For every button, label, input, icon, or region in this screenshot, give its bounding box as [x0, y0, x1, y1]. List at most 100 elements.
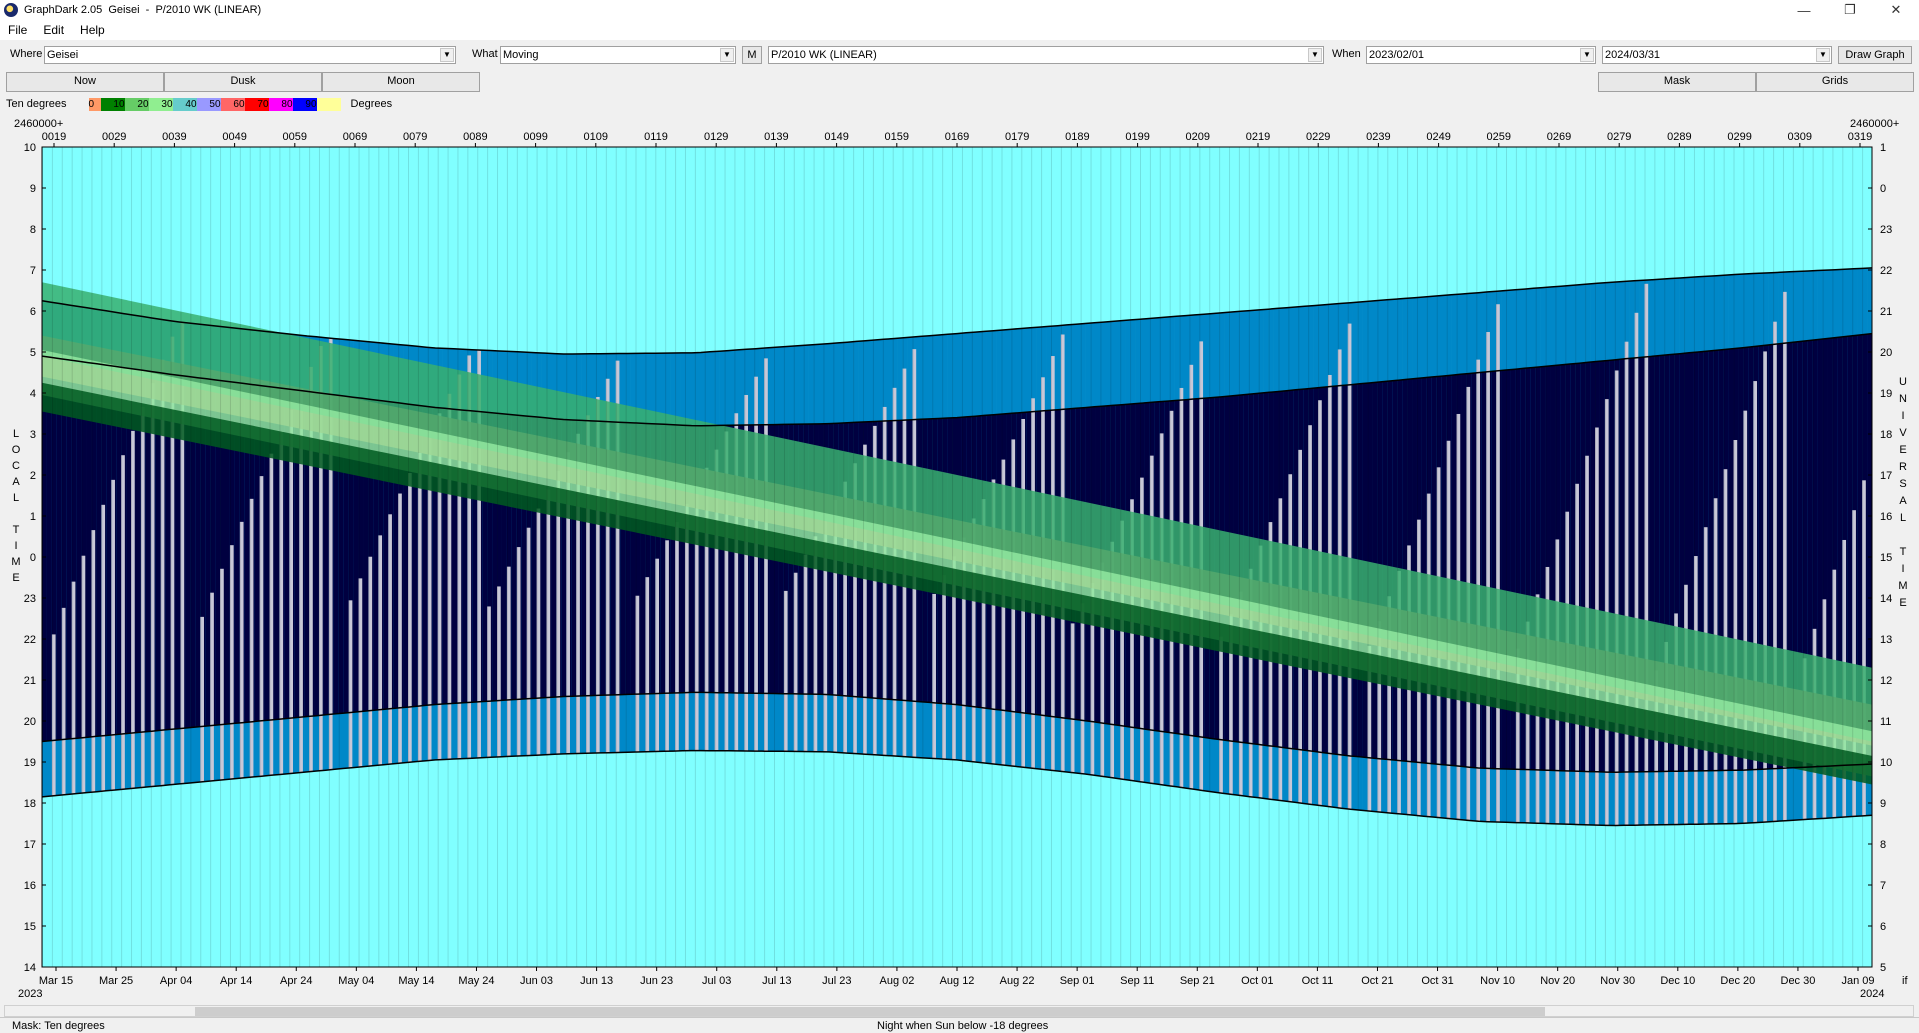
hatch-line [1031, 147, 1033, 967]
hatch-line [932, 147, 934, 967]
hatch-line [902, 147, 904, 967]
date-tick-label: Jun 03 [520, 975, 553, 987]
universal-time-axis-letter: R [1899, 461, 1907, 473]
hatch-line [289, 147, 291, 967]
hatch-line [615, 147, 617, 967]
hatch-line [1021, 147, 1023, 967]
hatch-line [1753, 147, 1755, 967]
date-tick-label: Aug 02 [879, 975, 914, 987]
hatch-line [1545, 147, 1547, 967]
what-combobox[interactable]: Moving ▼ [500, 46, 736, 64]
hatch-line [368, 147, 370, 967]
legend-swatches: 0 10 20 30 40 50 60 70 80 90 [88, 97, 341, 111]
hatch-line [1595, 147, 1597, 967]
universal-time-tick-label: 16 [1880, 511, 1892, 523]
hatch-line [1723, 147, 1725, 967]
moon-button[interactable]: Moon [322, 72, 480, 92]
hatch-line [388, 147, 390, 967]
local-time-tick-label: 23 [24, 593, 36, 605]
hatch-line [1693, 147, 1695, 967]
date-tick-label: Dec 10 [1660, 975, 1695, 987]
hatch-line [1713, 147, 1715, 967]
grids-button[interactable]: Grids [1756, 72, 1914, 92]
hatch-line [1050, 147, 1052, 967]
universal-time-axis-letter: M [1898, 580, 1907, 592]
universal-time-tick-label: 14 [1880, 593, 1892, 605]
universal-time-axis-letter: T [1900, 546, 1907, 558]
hatch-line [1367, 147, 1369, 967]
hatch-line [101, 147, 103, 967]
chevron-down-icon[interactable]: ▼ [720, 48, 734, 62]
hatch-line [1278, 147, 1280, 967]
restore-button[interactable]: ❐ [1827, 0, 1873, 20]
chevron-down-icon[interactable]: ▼ [1816, 48, 1830, 62]
date-tick-label: Sep 11 [1120, 975, 1154, 987]
hatch-line [1090, 147, 1092, 967]
date-tick-label: Aug 12 [940, 975, 975, 987]
dusk-button[interactable]: Dusk [164, 72, 322, 92]
chevron-down-icon[interactable]: ▼ [1580, 48, 1594, 62]
hatch-line [1001, 147, 1003, 967]
close-button[interactable]: ✕ [1873, 0, 1919, 20]
date-tick-label: Apr 24 [280, 975, 312, 987]
where-combobox[interactable]: Geisei ▼ [44, 46, 456, 64]
local-time-tick-label: 15 [24, 921, 36, 933]
date-tick-label: Jul 23 [822, 975, 851, 987]
hatch-line [200, 147, 202, 967]
local-time-tick-label: 5 [30, 347, 36, 359]
hatch-line [665, 147, 667, 967]
hatch-line [328, 147, 330, 967]
date-tick-label: Aug 22 [1000, 975, 1035, 987]
hatch-line [991, 147, 993, 967]
jd-tick-label: 0199 [1125, 131, 1149, 143]
hatch-line [1407, 147, 1409, 967]
date-tick-label: Nov 30 [1600, 975, 1635, 987]
visibility-chart: 2460000+ 2460000+0019 0029 0039 0049 0059 0069… [11, 118, 1908, 1000]
menu-edit[interactable]: Edit [35, 23, 72, 37]
hatch-line [635, 147, 637, 967]
hatch-line [1466, 147, 1468, 967]
local-time-axis-letter: A [12, 476, 20, 488]
jd-tick-label: 0249 [1426, 131, 1450, 143]
scrollbar-thumb[interactable] [195, 1007, 1545, 1016]
hatch-line [882, 147, 884, 967]
legend-swatch: 0 [88, 97, 101, 111]
mask-button[interactable]: Mask [1598, 72, 1756, 92]
menu-help[interactable]: Help [72, 23, 113, 37]
hatch-line [408, 147, 409, 967]
hatch-line [1535, 147, 1537, 967]
night-band [1412, 378, 1418, 762]
object-combobox[interactable]: P/2010 WK (LINEAR) ▼ [768, 46, 1324, 64]
menu-file[interactable]: File [0, 23, 35, 37]
hatch-line [1585, 147, 1587, 967]
date-to-combobox[interactable]: 2024/03/31 ▼ [1602, 46, 1832, 64]
minimize-button[interactable]: — [1781, 0, 1827, 20]
draw-graph-button[interactable]: Draw Graph [1838, 46, 1912, 64]
date-tick-label: Apr 14 [220, 975, 252, 987]
universal-time-tick-label: 11 [1880, 716, 1891, 728]
hatch-line [1862, 147, 1864, 967]
jd-tick-label: 0269 [1547, 131, 1571, 143]
now-button[interactable]: Now [6, 72, 164, 92]
local-time-tick-label: 19 [24, 757, 36, 769]
horizontal-scrollbar[interactable] [4, 1005, 1914, 1017]
chevron-down-icon[interactable]: ▼ [440, 48, 454, 62]
date-tick-label: Mar 25 [99, 975, 133, 987]
hatch-line [1674, 147, 1676, 967]
hatch-line [516, 147, 518, 967]
date-from-combobox[interactable]: 2023/02/01 ▼ [1366, 46, 1596, 64]
hatch-line [1575, 147, 1577, 967]
universal-time-tick-label: 19 [1880, 388, 1892, 400]
hatch-line [417, 147, 419, 967]
local-time-tick-label: 9 [30, 183, 36, 195]
universal-time-axis-letter: N [1899, 393, 1907, 405]
hatch-line [467, 147, 469, 967]
hatch-line [1327, 147, 1329, 967]
chevron-down-icon[interactable]: ▼ [1308, 48, 1322, 62]
universal-time-axis-letter: S [1899, 478, 1906, 490]
hatch-line [1060, 147, 1062, 967]
local-time-tick-label: 18 [24, 798, 36, 810]
m-button[interactable]: M [742, 46, 762, 64]
hatch-line [526, 147, 528, 967]
hatch-line [1189, 147, 1191, 967]
